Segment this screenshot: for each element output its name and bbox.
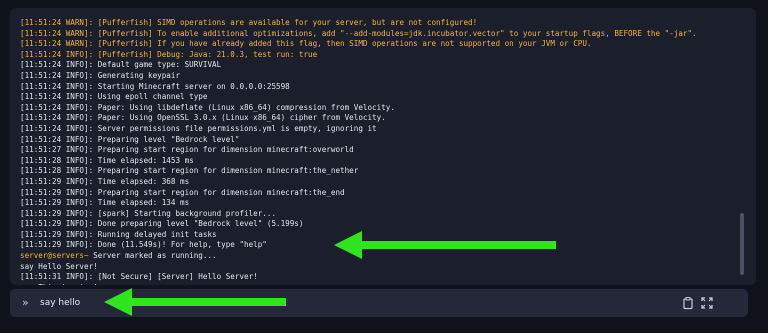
console-line: [11:51:29 INFO]: Running delayed init ta…	[20, 229, 217, 239]
console-line: [11:51:24 INFO]: Server permissions file…	[20, 123, 377, 133]
console-line: [11:51:24 WARN]: [Pufferfish] To enable …	[20, 28, 697, 38]
console-line: [11:51:29 INFO]: Time elapsed: 134 ms	[20, 198, 190, 208]
console-line: [11:51:24 INFO]: Starting Minecraft serv…	[20, 81, 290, 91]
command-input-bar: »	[10, 289, 748, 317]
console-line: [11:51:24 INFO]: Using epoll channel typ…	[20, 92, 208, 102]
console-line: [11:51:28 INFO]: Time elapsed: 1453 ms	[20, 155, 194, 165]
console-line: [11:51:24 INFO]: Paper: Using libdeflate…	[20, 102, 395, 112]
console-line: [11:51:29 INFO]: Time elapsed: 368 ms	[20, 176, 190, 186]
console-line: [11:51:29 INFO]: [spark] Starting backgr…	[20, 208, 277, 218]
console-line: [11:51:28 INFO]: Preparing start region …	[20, 166, 359, 176]
console-line: say This is nice!	[20, 283, 735, 285]
console-line: [11:51:24 WARN]: [Pufferfish] If you hav…	[20, 39, 592, 49]
command-input[interactable]	[40, 294, 640, 312]
console-line: [11:51:24 INFO]: Generating keypair	[20, 70, 181, 80]
console-prompt: server@servers~	[20, 251, 89, 261]
console-window: [11:51:24 WARN]: [Pufferfish] SIMD opera…	[0, 0, 768, 333]
console-line: [11:51:29 INFO]: Done preparing level "B…	[20, 219, 304, 229]
console-line: [11:51:24 INFO]: Preparing level "Bedroc…	[20, 134, 240, 144]
console-line: [11:51:29 INFO]: Preparing start region …	[20, 187, 345, 197]
console-line: [11:51:29 INFO]: Done (11.549s)! For hel…	[20, 240, 267, 250]
console-line: [11:51:31 INFO]: [Not Secure] [Server] H…	[20, 272, 258, 282]
console-line: [11:51:24 INFO]: Default game type: SURV…	[20, 60, 222, 70]
console-line: [11:51:24 INFO]: [Pufferfish] Debug: Jav…	[20, 49, 318, 59]
console-output-panel: [11:51:24 WARN]: [Pufferfish] SIMD opera…	[10, 8, 756, 285]
console-line: say Hello Server!	[20, 261, 98, 271]
console-line: [11:51:24 WARN]: [Pufferfish] SIMD opera…	[20, 18, 478, 27]
chevrons-right-icon: »	[22, 296, 29, 309]
console-line: [11:51:24 INFO]: Paper: Using OpenSSL 3.…	[20, 113, 386, 123]
expand-icon[interactable]	[700, 296, 714, 310]
console-line: [11:51:27 INFO]: Preparing start region …	[20, 145, 354, 155]
console-line-text: Server marked as running...	[88, 251, 217, 261]
console-log: [11:51:24 WARN]: [Pufferfish] SIMD opera…	[20, 18, 735, 285]
console-line: server@servers~ Server marked as running…	[20, 251, 735, 262]
console-scrollbar[interactable]	[740, 213, 744, 275]
clipboard-icon[interactable]	[681, 296, 695, 310]
